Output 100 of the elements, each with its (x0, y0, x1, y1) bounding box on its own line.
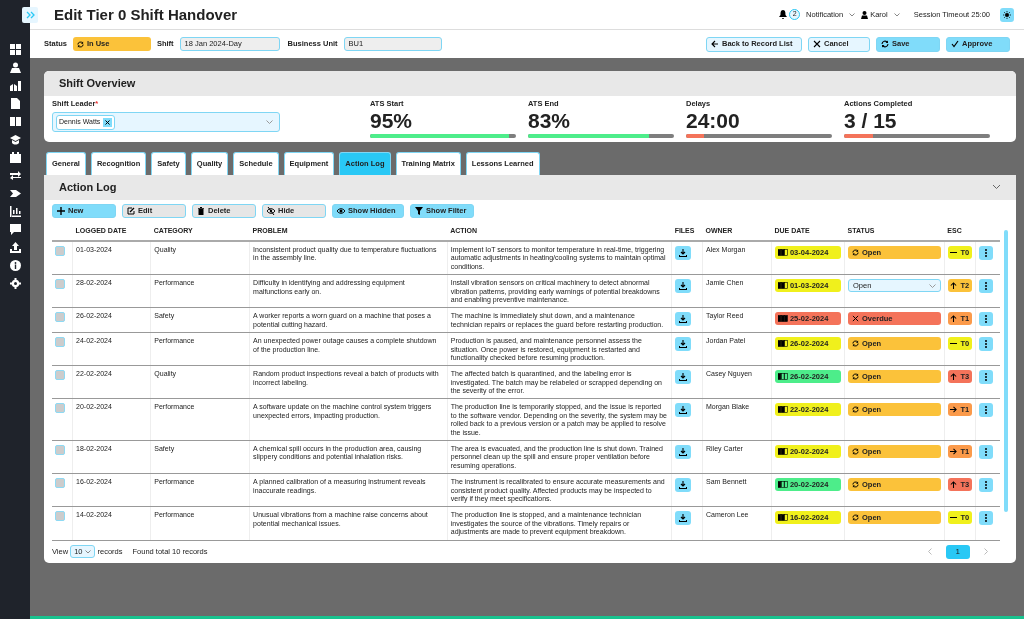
refresh-icon (852, 249, 860, 256)
row-menu-button[interactable] (978, 337, 993, 352)
chart-icon[interactable] (9, 80, 21, 91)
download-icon (679, 448, 688, 457)
chevron-icon[interactable] (992, 184, 1001, 190)
download-button[interactable] (675, 511, 692, 526)
download-button[interactable] (675, 337, 692, 352)
edit-icon (127, 206, 135, 215)
row-checkbox[interactable] (55, 403, 65, 414)
settings-icon[interactable] (9, 278, 21, 289)
more-vertical-icon (984, 340, 987, 349)
upload-icon[interactable] (9, 242, 21, 253)
grid-icon[interactable] (9, 44, 21, 55)
more-vertical-icon (984, 282, 987, 291)
close-icon (105, 119, 111, 125)
check-icon (951, 40, 959, 48)
metric-value: 95% (370, 110, 414, 132)
sun-icon (1003, 10, 1011, 19)
chevron-right-icon (25, 10, 35, 19)
download-button[interactable] (675, 246, 692, 260)
plus-icon (57, 206, 65, 215)
chevron-down-icon (266, 120, 273, 125)
theme-toggle-button[interactable] (1000, 7, 1014, 22)
swap-arrows-icon[interactable] (9, 170, 21, 181)
chevron-down-icon (85, 549, 92, 554)
arrow-left-icon (711, 40, 719, 48)
calendar-icon[interactable] (9, 152, 21, 163)
page-button[interactable]: 1 (945, 544, 970, 559)
refresh-icon (852, 373, 860, 381)
chevron-down-icon[interactable] (849, 12, 856, 17)
metric-value: 24:00 (686, 110, 741, 132)
page-title: Edit Tier 0 Shift Handover (54, 5, 238, 24)
row-checkbox[interactable] (55, 370, 65, 381)
row-menu-button[interactable] (978, 403, 993, 418)
row-menu-button[interactable] (978, 445, 993, 460)
download-icon (679, 373, 688, 382)
row-menu-button[interactable] (978, 312, 993, 327)
row-menu-button[interactable] (978, 246, 993, 260)
expand-button[interactable] (22, 6, 38, 23)
refresh-icon (852, 406, 860, 414)
arrow-up-icon (950, 315, 958, 323)
info-icon[interactable] (9, 260, 21, 271)
dash-icon (950, 249, 958, 256)
refresh-icon (852, 514, 860, 522)
metric-value: 3 / 15 (844, 110, 898, 132)
panel-title: Action Log (59, 179, 117, 195)
arrow-up-icon (950, 282, 958, 290)
chevron-down-icon[interactable] (893, 12, 900, 17)
download-button[interactable] (675, 279, 692, 294)
row-menu-button[interactable] (978, 279, 993, 294)
more-vertical-icon (984, 514, 987, 523)
row-checkbox[interactable] (55, 511, 65, 522)
row-checkbox[interactable] (55, 279, 65, 290)
arrow-right-icon (950, 406, 958, 414)
download-icon (679, 406, 688, 415)
chevron-down-icon (928, 283, 936, 288)
bar-chart-icon[interactable] (9, 206, 21, 217)
row-checkbox[interactable] (55, 478, 65, 489)
bell-icon[interactable] (779, 10, 788, 19)
download-button[interactable] (675, 370, 692, 385)
download-icon (679, 249, 688, 257)
refresh-icon (852, 340, 860, 348)
trash-icon (197, 206, 205, 215)
eye-icon (337, 206, 345, 215)
row-checkbox[interactable] (55, 337, 65, 348)
user-icon (861, 10, 869, 19)
more-vertical-icon (984, 448, 987, 457)
book-icon[interactable] (9, 116, 21, 127)
refresh-icon (852, 481, 860, 489)
download-button[interactable] (675, 478, 692, 493)
arrow-right-icon (950, 448, 958, 456)
close-icon (852, 315, 860, 323)
row-checkbox[interactable] (55, 445, 65, 456)
more-vertical-icon (984, 481, 987, 490)
more-vertical-icon (984, 315, 987, 324)
file-icon[interactable] (9, 98, 21, 109)
download-button[interactable] (675, 403, 692, 418)
eye-slash-icon (267, 206, 275, 215)
row-menu-button[interactable] (978, 370, 993, 385)
row-menu-button[interactable] (978, 478, 993, 493)
download-icon (679, 514, 688, 523)
person-icon[interactable] (9, 62, 21, 73)
more-vertical-icon (984, 406, 987, 415)
filter-icon (415, 206, 423, 215)
remove-tag-button[interactable] (103, 117, 113, 127)
download-icon (679, 282, 688, 291)
row-checkbox[interactable] (55, 312, 65, 323)
download-icon (679, 315, 688, 324)
row-checkbox[interactable] (55, 246, 65, 256)
refresh-icon (881, 40, 889, 48)
scrollbar[interactable] (1004, 229, 1008, 512)
row-menu-button[interactable] (978, 511, 993, 526)
graduation-cap-icon[interactable] (9, 134, 21, 145)
download-button[interactable] (675, 312, 692, 327)
more-vertical-icon (984, 373, 987, 382)
chat-icon[interactable] (9, 224, 21, 235)
download-icon (679, 340, 688, 349)
download-icon (679, 481, 688, 490)
download-button[interactable] (675, 445, 692, 460)
more-vertical-icon (984, 249, 987, 257)
